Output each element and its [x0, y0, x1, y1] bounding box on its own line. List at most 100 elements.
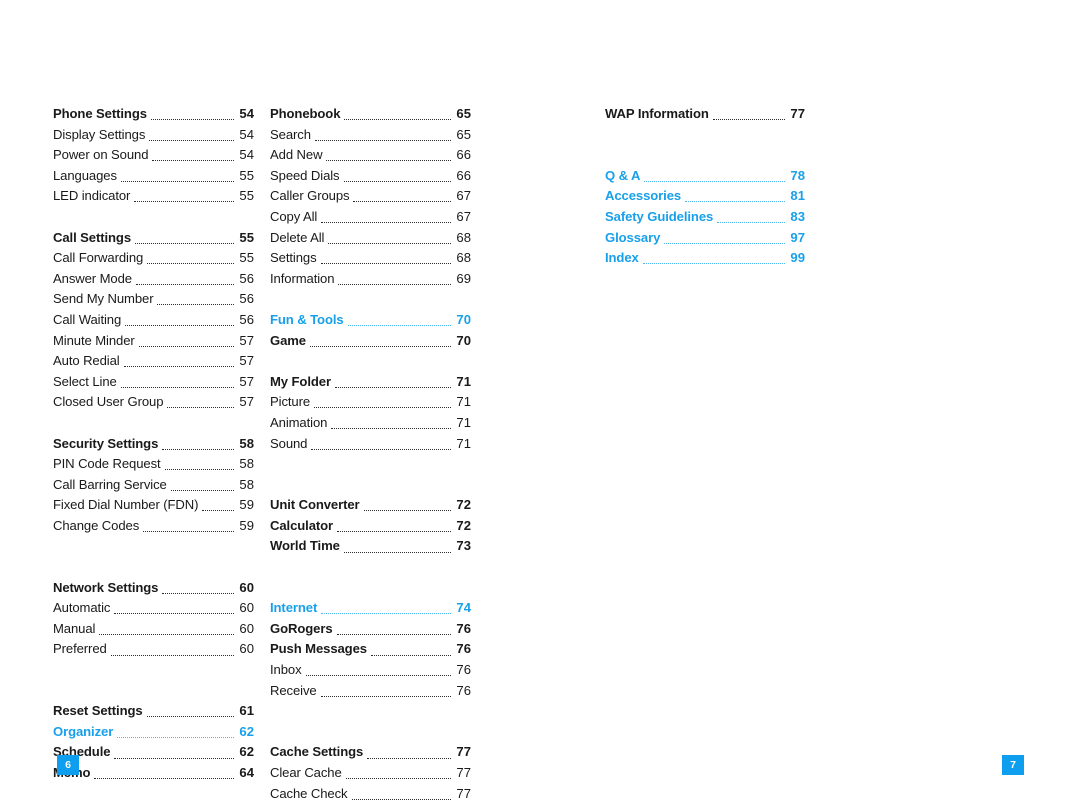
toc-leader-dots [117, 736, 234, 738]
toc-entry[interactable]: Clear Cache 77 [270, 763, 471, 784]
toc-leader-dots [150, 119, 234, 121]
toc-entry[interactable]: Index 99 [605, 248, 805, 269]
toc-entry[interactable]: Change Codes 59 [53, 516, 254, 537]
toc-entry[interactable]: LED indicator 55 [53, 186, 254, 207]
toc-leader-dots [147, 263, 234, 265]
toc-entry-page-number: 69 [456, 270, 471, 286]
toc-entry-page-number: 57 [239, 373, 254, 389]
toc-leader-dots [326, 160, 451, 162]
toc-leader-dots [320, 263, 451, 265]
toc-entry[interactable]: Delete All 68 [270, 228, 471, 249]
toc-entry-page-number: 77 [456, 744, 471, 760]
toc-entry[interactable]: Picture 71 [270, 392, 471, 413]
toc-entry-page-number: 60 [239, 600, 254, 616]
toc-entry-page-number: 54 [239, 126, 254, 142]
toc-entry-page-number: 97 [790, 229, 805, 245]
toc-entry-label: Game [270, 332, 306, 348]
toc-entry[interactable]: Manual 60 [53, 619, 254, 640]
toc-entry-page-number: 71 [456, 435, 471, 451]
toc-entry[interactable]: Call Settings 55 [53, 228, 254, 249]
toc-entry[interactable]: Preferred 60 [53, 639, 254, 660]
toc-entry[interactable]: WAP Information 77 [605, 104, 805, 125]
toc-entry[interactable]: Add New 66 [270, 145, 471, 166]
toc-entry[interactable]: Internet 74 [270, 598, 471, 619]
toc-entry[interactable]: Calculator 72 [270, 516, 471, 537]
toc-entry[interactable]: Call Barring Service 58 [53, 475, 254, 496]
toc-entry-page-number: 78 [790, 167, 805, 183]
toc-leader-dots [314, 139, 451, 141]
toc-entry[interactable]: World Time 73 [270, 536, 471, 557]
toc-entry[interactable]: Auto Redial 57 [53, 351, 254, 372]
toc-entry[interactable]: Cache Settings 77 [270, 742, 471, 763]
toc-entry-label: Q & A [605, 167, 641, 183]
toc-entry-label: Change Codes [53, 517, 140, 533]
toc-entry[interactable]: Minute Minder 57 [53, 331, 254, 352]
toc-entry-label: Answer Mode [53, 270, 132, 286]
toc-entry-label: Automatic [53, 600, 111, 616]
toc-entry[interactable]: Search 65 [270, 125, 471, 146]
toc-entry[interactable]: Memo64 [53, 763, 254, 784]
toc-entry-label: Reset Settings [53, 703, 143, 719]
toc-entry[interactable]: Game 70 [270, 331, 471, 352]
toc-entry[interactable]: Receive 76 [270, 681, 471, 702]
toc-entry[interactable]: Safety Guidelines 83 [605, 207, 805, 228]
toc-entry-label: Call Waiting [53, 311, 122, 327]
toc-entry-page-number: 76 [456, 620, 471, 636]
toc-leader-dots [363, 510, 451, 512]
toc-entry[interactable]: Q & A 78 [605, 166, 805, 187]
toc-leader-dots [138, 345, 234, 347]
toc-entry[interactable]: Speed Dials 66 [270, 166, 471, 187]
toc-entry[interactable]: Organizer 62 [53, 722, 254, 743]
toc-entry[interactable]: Phonebook 65 [270, 104, 471, 125]
toc-entry[interactable]: Call Forwarding 55 [53, 248, 254, 269]
toc-entry[interactable]: Cache Check 77 [270, 784, 471, 805]
toc-entry[interactable]: Unit Converter 72 [270, 495, 471, 516]
toc-entry[interactable]: Push Messages 76 [270, 639, 471, 660]
toc-entry[interactable]: Display Settings 54 [53, 125, 254, 146]
toc-entry-label: World Time [270, 538, 340, 554]
toc-entry-label: Cache Settings [270, 744, 364, 760]
toc-entry[interactable]: Reset Settings 61 [53, 701, 254, 722]
toc-entry[interactable]: Answer Mode 56 [53, 269, 254, 290]
toc-entry[interactable]: Fun & Tools 70 [270, 310, 471, 331]
toc-leader-dots [135, 283, 234, 285]
toc-entry[interactable]: PIN Code Request 58 [53, 454, 254, 475]
toc-entry[interactable]: Power on Sound 54 [53, 145, 254, 166]
toc-entry[interactable]: Animation 71 [270, 413, 471, 434]
toc-entry-label: Languages [53, 167, 117, 183]
toc-entry[interactable]: My Folder 71 [270, 372, 471, 393]
toc-entry[interactable]: Automatic 60 [53, 598, 254, 619]
toc-entry[interactable]: Send My Number 56 [53, 289, 254, 310]
toc-entry[interactable]: Select Line 57 [53, 372, 254, 393]
toc-leader-dots [343, 551, 451, 553]
toc-entry[interactable]: Phone Settings 54 [53, 104, 254, 125]
toc-entry[interactable]: Security Settings 58 [53, 434, 254, 455]
toc-leader-dots [120, 180, 234, 182]
toc-entry[interactable]: Information 69 [270, 269, 471, 290]
toc-entry[interactable]: Settings 68 [270, 248, 471, 269]
toc-entry[interactable]: Caller Groups 67 [270, 186, 471, 207]
toc-entry[interactable]: Sound 71 [270, 434, 471, 455]
toc-entry[interactable]: Call Waiting 56 [53, 310, 254, 331]
toc-entry[interactable]: Inbox 76 [270, 660, 471, 681]
toc-entry-label: Safety Guidelines [605, 208, 714, 224]
toc-entry[interactable]: Schedule 62 [53, 742, 254, 763]
toc-entry-page-number: 72 [456, 497, 471, 513]
toc-entry[interactable]: Glossary 97 [605, 228, 805, 249]
toc-leader-dots [320, 695, 451, 697]
toc-entry-page-number: 57 [239, 353, 254, 369]
toc-leader-dots [164, 469, 234, 471]
toc-leader-dots [321, 613, 451, 615]
toc-entry[interactable]: Fixed Dial Number (FDN) 59 [53, 495, 254, 516]
toc-entry[interactable]: GoRogers 76 [270, 619, 471, 640]
toc-entry-page-number: 71 [456, 414, 471, 430]
toc-entry[interactable]: Copy All 67 [270, 207, 471, 228]
toc-entry[interactable]: Languages 55 [53, 166, 254, 187]
toc-entry[interactable]: Closed User Group 57 [53, 392, 254, 413]
toc-leader-dots [157, 304, 234, 306]
toc-entry[interactable]: Accessories 81 [605, 186, 805, 207]
toc-entry[interactable]: Network Settings 60 [53, 578, 254, 599]
toc-entry-label: LED indicator [53, 188, 131, 204]
toc-page: Phone Settings 54 Display Settings 54 Power … [0, 0, 1080, 809]
toc-entry-label: Display Settings [53, 126, 146, 142]
